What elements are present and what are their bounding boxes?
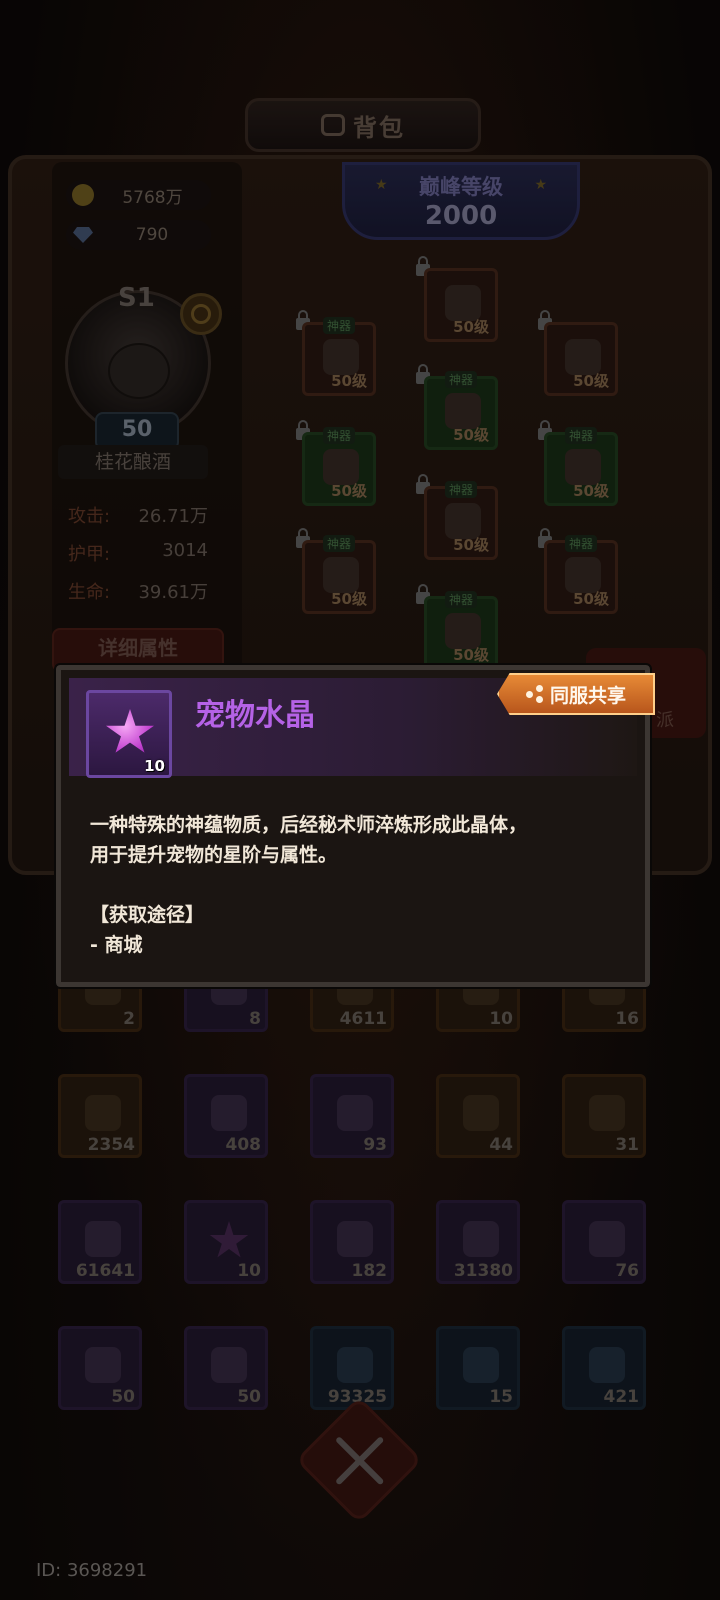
- star-crystal-icon: [106, 709, 154, 753]
- share-icon: [525, 685, 544, 703]
- description-line: 用于提升宠物的星阶与属性。: [90, 844, 338, 866]
- share-label: 同服共享: [549, 684, 626, 707]
- item-count: 10: [144, 757, 165, 775]
- item-description: 一种特殊的神蕴物质，后经秘术师淬炼形成此晶体， 用于提升宠物的星阶与属性。: [90, 810, 620, 870]
- description-line: 一种特殊的神蕴物质，后经秘术师淬炼形成此晶体，: [90, 814, 528, 836]
- source-title: 【获取途径】: [90, 904, 205, 926]
- share-button[interactable]: 同服共享: [497, 673, 655, 715]
- item-name: 宠物水晶: [195, 698, 315, 733]
- item-icon: 10: [86, 690, 172, 778]
- source-item: - 商城: [90, 934, 143, 956]
